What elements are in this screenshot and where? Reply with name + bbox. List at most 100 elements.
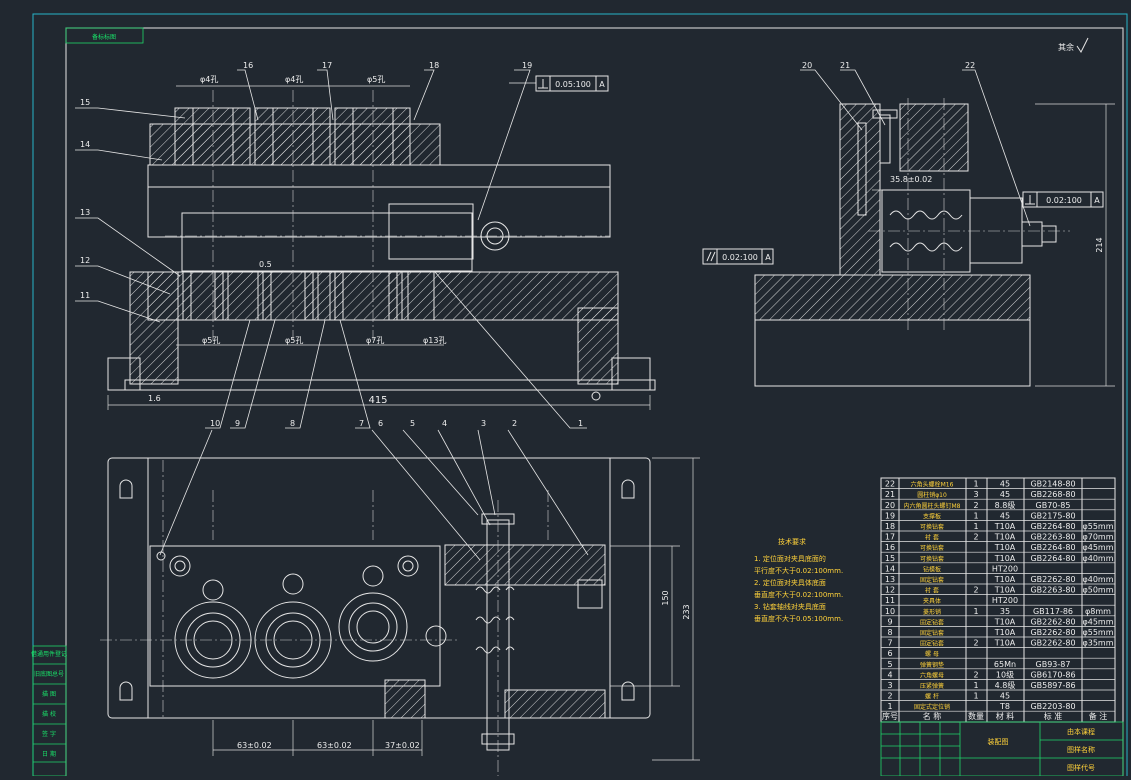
- side-perp-tol-ref: A: [1094, 196, 1100, 205]
- front-view: [107, 85, 656, 410]
- strip-cell-5: 签 字: [42, 730, 56, 738]
- strip-cell-2: 旧底图总号: [34, 670, 64, 678]
- bom-header-row: 序号 名 称 数量 材 料 标 准 备 注: [882, 711, 1107, 721]
- label-4: 4: [442, 419, 447, 428]
- perp-tol-value: 0.05:100: [555, 80, 591, 89]
- dim-415: 415: [368, 395, 387, 406]
- bom-cell: φ55mm: [1082, 522, 1113, 531]
- bom-header-qty: 数量: [968, 711, 984, 721]
- label-12: 12: [80, 256, 90, 265]
- tech-req-line-3: 2. 定位面对夹具体底面: [754, 578, 826, 587]
- dim-1-6: 1.6: [148, 394, 161, 403]
- bom-cell: 17: [885, 533, 895, 542]
- bom-cell: 10级: [996, 669, 1014, 679]
- strip-cell-4: 描 校: [42, 710, 56, 718]
- bom-cell: 21: [885, 490, 895, 499]
- bom-cell: 1: [973, 511, 978, 520]
- bom-cell: 衬 套: [925, 587, 939, 595]
- bom-cell: 内六角圆柱头螺钉M8: [904, 502, 961, 510]
- bom-cell: φ40mm: [1082, 575, 1113, 584]
- tech-req-line-5: 3. 钻套轴线对夹具底面: [754, 602, 826, 611]
- bom-cell: 圆柱销φ10: [917, 491, 947, 499]
- label-21: 21: [840, 61, 850, 70]
- bom-rows: 22 六角头螺栓M16 1 45 GB2148-8021 圆柱销φ10 3 45 GB2268-…: [881, 480, 1115, 712]
- bom-cell: 45: [1000, 692, 1010, 701]
- bom-cell: 2: [973, 501, 978, 510]
- bom-cell: GB2175-80: [1030, 511, 1075, 520]
- label-3: 3: [481, 419, 486, 428]
- dim-35-8: 35.8±0.02: [890, 175, 932, 184]
- bom-cell: GB2263-80: [1030, 533, 1075, 542]
- bom-cell: 65Mn: [994, 660, 1016, 669]
- bom-cell: 1: [973, 480, 978, 489]
- bom-cell: 夹具体: [923, 597, 941, 605]
- bom-cell: 6: [887, 649, 892, 658]
- tech-req-line-2: 平行度不大于0.02:100mm.: [754, 566, 843, 575]
- lower-leaders: [159, 429, 589, 561]
- dim-clearance: 0.5: [259, 260, 272, 269]
- bom-cell: 19: [885, 511, 895, 520]
- bom-cell: 1: [973, 522, 978, 531]
- bom-cell: φ45mm: [1082, 617, 1113, 626]
- label-17: 17: [322, 61, 332, 70]
- label-5: 5: [410, 419, 415, 428]
- left-strip: 借通用件登记 旧底图总号 描 图 描 校 签 字 日 期: [31, 645, 67, 777]
- bom-cell: 固定钻套: [920, 629, 944, 637]
- label-16: 16: [243, 61, 253, 70]
- bom-cell: φ8mm: [1085, 607, 1111, 616]
- bom-cell: 六角头螺栓M16: [911, 481, 954, 489]
- bom-cell: GB2262-80: [1030, 617, 1075, 626]
- bom-cell: 22: [885, 480, 895, 489]
- bom-cell: T10A: [994, 639, 1016, 648]
- bom-header-standard: 标 准: [1044, 711, 1063, 721]
- bom-cell: φ50mm: [1082, 586, 1113, 595]
- bom-cell: 18: [885, 522, 895, 531]
- dim-bot-phi-2: φ5孔: [285, 336, 303, 345]
- bom-cell: 固定钻套: [920, 640, 944, 648]
- bom-cell: GB2264-80: [1030, 543, 1075, 552]
- dim-pitch-3: 37±0.02: [385, 741, 420, 750]
- label-6: 6: [378, 419, 383, 428]
- bom-cell: 衬 套: [925, 534, 939, 542]
- bom-cell: 16: [885, 543, 895, 552]
- bom-cell: 可换钻套: [920, 555, 944, 563]
- bom-cell: 1: [973, 681, 978, 690]
- tech-req-line-4: 垂直度不大于0.02:100mm.: [754, 590, 843, 599]
- bom-cell: 固定钻套: [920, 618, 944, 626]
- bom-cell: T10A: [994, 533, 1016, 542]
- label-11: 11: [80, 291, 90, 300]
- label-14: 14: [80, 140, 90, 149]
- bom-cell: GB2268-80: [1030, 490, 1075, 499]
- bom-cell: 压紧弹簧: [920, 682, 944, 690]
- bom-cell: 螺 母: [925, 650, 939, 658]
- bom-cell: 11: [885, 596, 895, 605]
- dim-pitch-1: 63±0.02: [237, 741, 272, 750]
- label-7: 7: [359, 419, 364, 428]
- title-drawing-name: 装配图: [988, 737, 1009, 746]
- dim-233: 233: [682, 604, 691, 619]
- bom-header-no: 序号: [882, 711, 898, 721]
- bom-cell: 10: [885, 607, 895, 616]
- strip-cell-6: 日 期: [42, 750, 56, 758]
- bom-cell: 45: [1000, 511, 1010, 520]
- bom-cell: 1: [887, 702, 892, 711]
- plan-view: [100, 457, 700, 776]
- bom-header-material: 材 料: [996, 711, 1015, 721]
- bom-cell: φ55mm: [1082, 628, 1113, 637]
- bom-cell: 弹簧钢垫: [920, 661, 944, 669]
- bom-cell: 12: [885, 586, 895, 595]
- bom-cell: GB2264-80: [1030, 554, 1075, 563]
- bom-cell: 2: [887, 692, 892, 701]
- bom-cell: φ70mm: [1082, 533, 1113, 542]
- bom-cell: 20: [885, 501, 895, 510]
- bom-cell: GB2203-80: [1030, 702, 1075, 711]
- bom-cell: 螺 杆: [925, 693, 939, 701]
- dim-bot-phi-1: φ5孔: [202, 336, 220, 345]
- bom-cell: φ40mm: [1082, 554, 1113, 563]
- bom-cell: 2: [973, 670, 978, 679]
- bom-header-name: 名 称: [923, 711, 942, 721]
- bom-cell: GB70-85: [1036, 501, 1071, 510]
- bom-cell: T10A: [994, 543, 1016, 552]
- label-13: 13: [80, 208, 90, 217]
- bom-cell: 固定钻套: [920, 576, 944, 584]
